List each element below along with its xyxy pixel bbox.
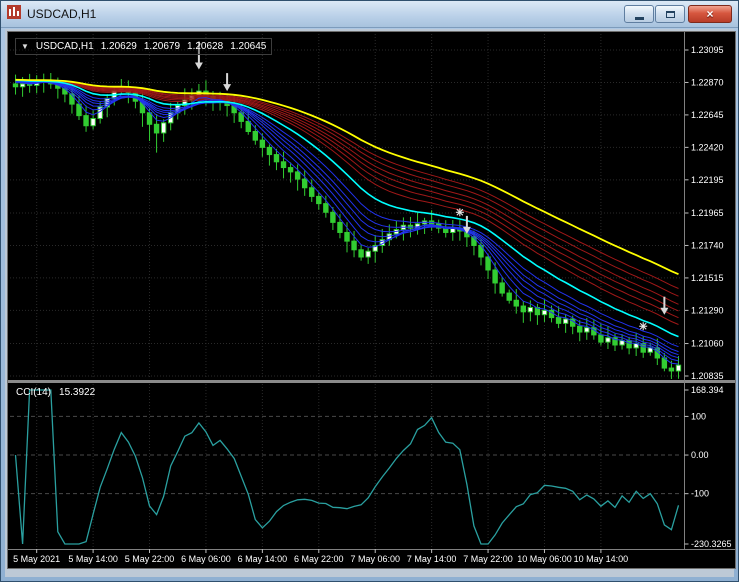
- price-axis-label: 1.21515: [691, 273, 724, 283]
- info-symbol: USDCAD,H1: [35, 41, 94, 52]
- price-axis: 1.23095 1.22870 1.22645 1.22420 1.22195 1.219…: [684, 45, 724, 381]
- sell-arrow-icon: [663, 296, 666, 309]
- cci-line: [14, 389, 680, 545]
- ohlc-info: ▼ USDCAD,H1 1.20629 1.20679 1.20628 1.20…: [15, 38, 273, 55]
- window-title: USDCAD,H1: [27, 7, 97, 21]
- cci-axis-label: -230.3265: [691, 539, 732, 549]
- price-axis-label: 1.21965: [691, 208, 724, 218]
- time-axis-label: 6 May 22:00: [294, 554, 344, 564]
- maximize-icon: [665, 10, 675, 18]
- window: USDCAD,H1 × 1.23095 1.22870 1.22645 1.22420…: [0, 0, 739, 582]
- price-axis-label: 1.21290: [691, 305, 724, 315]
- chart-icon: [7, 4, 21, 24]
- time-axis-label: 6 May 06:00: [181, 554, 231, 564]
- chart-client: 1.23095 1.22870 1.22645 1.22420 1.22195 1.219…: [5, 29, 736, 577]
- cci-name: CCI(14): [16, 387, 52, 398]
- maximize-button[interactable]: [655, 5, 685, 23]
- sell-arrow-icon: [226, 73, 229, 86]
- time-axis-label: 10 May 06:00: [517, 554, 572, 564]
- info-open: 1.20629: [100, 41, 137, 52]
- pane-separator: [8, 380, 735, 383]
- info-high: 1.20679: [143, 41, 181, 52]
- cci-axis-label: -100: [691, 489, 709, 499]
- time-axis-label: 10 May 14:00: [574, 554, 629, 564]
- price-axis-label: 1.22870: [691, 77, 724, 87]
- cci-axis: 168.394 100 0.00 -100 -230.3265: [10, 385, 732, 549]
- chart-area[interactable]: 1.23095 1.22870 1.22645 1.22420 1.22195 1.219…: [7, 31, 736, 569]
- cci-label: CCI(14) 15.3922: [16, 387, 95, 398]
- price-axis-label: 1.22195: [691, 175, 724, 185]
- info-low: 1.20628: [187, 41, 224, 52]
- sell-arrow-icon: [465, 215, 468, 228]
- time-axis: 5 May 2021 5 May 14:00 5 May 22:00 6 May 06…: [13, 549, 628, 564]
- close-button[interactable]: ×: [688, 5, 732, 23]
- price-axis-label: 1.22645: [691, 110, 724, 120]
- close-icon: ×: [706, 7, 714, 21]
- slow-ema-band: [15, 79, 679, 289]
- price-chart-svg[interactable]: 1.23095 1.22870 1.22645 1.22420 1.22195 1.219…: [8, 32, 735, 568]
- fast-ema-band: [15, 80, 679, 353]
- price-axis-label: 1.21740: [691, 240, 724, 250]
- info-close: 1.20645: [230, 41, 267, 52]
- price-axis-label: 1.21060: [691, 339, 724, 349]
- time-axis-label: 5 May 2021: [13, 554, 60, 564]
- cci-axis-label: 100: [691, 411, 706, 421]
- one-click-arrow-icon[interactable]: ▼: [21, 42, 29, 51]
- slow-ema-band: [15, 79, 679, 305]
- time-axis-label: 7 May 06:00: [350, 554, 400, 564]
- price-axis-label: 1.20835: [691, 371, 724, 381]
- time-axis-label: 7 May 22:00: [463, 554, 513, 564]
- time-axis-label: 5 May 14:00: [68, 554, 118, 564]
- cci-value: 15.3922: [59, 387, 96, 398]
- cci-axis-label: 0.00: [691, 450, 709, 460]
- minimize-icon: [634, 16, 644, 20]
- fast-ema-band: [15, 81, 679, 362]
- slow-ema-band: [15, 79, 679, 325]
- fast-ema-band: [15, 80, 679, 356]
- price-axis-label: 1.23095: [691, 45, 724, 55]
- price-axis-label: 1.22420: [691, 142, 724, 152]
- slow-ema-band: [15, 79, 679, 319]
- ma-layer: [15, 78, 679, 365]
- fast-ema-band: [15, 80, 679, 348]
- time-axis-label: 7 May 14:00: [407, 554, 457, 564]
- title-bar[interactable]: USDCAD,H1 ×: [1, 1, 738, 28]
- cci-axis-label: 168.394: [691, 385, 724, 395]
- time-axis-label: 6 May 14:00: [238, 554, 288, 564]
- window-controls: ×: [624, 5, 732, 23]
- minimize-button[interactable]: [624, 5, 654, 23]
- time-axis-label: 5 May 22:00: [125, 554, 175, 564]
- mid-ema: [15, 79, 679, 338]
